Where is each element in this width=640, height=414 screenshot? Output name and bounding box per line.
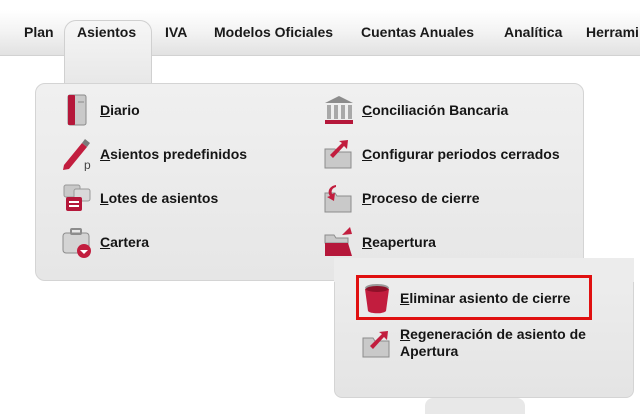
- proceso-de-cierre-label: Proceso de cierre: [362, 189, 480, 206]
- folder-regenerate-icon: [362, 331, 390, 358]
- selection-highlight: [356, 275, 592, 320]
- diario-label: Diario: [100, 101, 140, 118]
- menu-analitica[interactable]: Analítica: [504, 24, 562, 40]
- menu-iva[interactable]: IVA: [165, 24, 187, 40]
- menu-modelos-oficiales[interactable]: Modelos Oficiales: [214, 24, 333, 40]
- menu-cuentas-anuales[interactable]: Cuentas Anuales: [361, 24, 474, 40]
- menu-entry-lotes-de-asientos[interactable]: Lotes de asientos: [60, 181, 218, 215]
- conciliacion-bancaria-label: Conciliación Bancaria: [362, 101, 509, 118]
- menu-entry-regeneracion-asiento-apertura[interactable]: Regeneración de asiento de Apertura: [360, 326, 610, 360]
- briefcase-icon: [62, 228, 91, 258]
- submenu-bottom-tab: [425, 398, 525, 414]
- menu-entry-conciliacion-bancaria[interactable]: Conciliación Bancaria: [322, 93, 508, 127]
- book-icon: [67, 94, 87, 126]
- configurar-periodos-cerrados-label: Configurar periodos cerrados: [362, 145, 560, 162]
- folder-close-icon: [324, 185, 352, 213]
- menu-herramientas[interactable]: Herrami: [586, 24, 639, 40]
- regeneracion-asiento-apertura-label: Regeneración de asiento de Apertura: [400, 326, 586, 359]
- menu-entry-reapertura[interactable]: Reapertura: [322, 225, 436, 259]
- menu-entry-proceso-de-cierre[interactable]: Proceso de cierre: [322, 181, 480, 215]
- asientos-predefinidos-label: Asientos predefinidos: [100, 145, 248, 162]
- menu-entry-configurar-periodos-cerrados[interactable]: Configurar periodos cerrados: [322, 137, 560, 171]
- folder-open-icon: [324, 227, 352, 256]
- menu-entry-asientos-predefinidos[interactable]: p Asientos predefinidos: [60, 137, 247, 171]
- lotes-de-asientos-label: Lotes de asientos: [100, 189, 219, 206]
- folder-arrow-icon: [324, 140, 352, 169]
- reapertura-label: Reapertura: [362, 233, 436, 250]
- svg-text:p: p: [84, 158, 91, 171]
- bank-icon: [325, 96, 353, 124]
- pencil-icon: p: [63, 139, 91, 171]
- main-menubar: Plan Asientos IVA Modelos Oficiales Cuen…: [0, 10, 640, 90]
- cartera-label: Cartera: [100, 233, 150, 250]
- menu-entry-diario[interactable]: Diario: [60, 93, 140, 127]
- menu-entry-cartera[interactable]: Cartera: [60, 225, 149, 259]
- documents-stack-icon: [63, 184, 91, 211]
- menu-plan[interactable]: Plan: [24, 24, 54, 40]
- menu-asientos[interactable]: Asientos: [77, 24, 136, 40]
